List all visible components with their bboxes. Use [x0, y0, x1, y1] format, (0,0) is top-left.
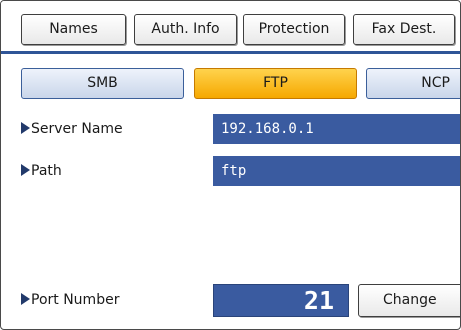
tab-protection[interactable]: Protection	[243, 14, 345, 45]
protocol-ftp-button[interactable]: FTP	[194, 68, 357, 99]
server-name-field[interactable]: 192.168.0.1	[213, 114, 460, 144]
tab-bar: Names Auth. Info Protection Fax Dest.	[1, 1, 460, 49]
path-field[interactable]: ftp	[213, 156, 460, 186]
protocol-smb-button[interactable]: SMB	[21, 68, 184, 99]
path-label: Path	[21, 161, 62, 181]
server-name-label: Server Name	[21, 119, 123, 139]
tab-names[interactable]: Names	[21, 14, 126, 45]
tab-fax-dest[interactable]: Fax Dest.	[353, 14, 455, 45]
header-divider	[1, 51, 460, 54]
path-label-text: Path	[31, 163, 62, 179]
port-number-label-text: Port Number	[31, 292, 120, 308]
port-number-field: 21	[213, 284, 349, 317]
arrow-right-icon	[21, 164, 30, 176]
protocol-ncp-button[interactable]: NCP	[366, 68, 460, 99]
address-book-ftp-screen: Names Auth. Info Protection Fax Dest. SM…	[0, 0, 461, 330]
arrow-right-icon	[21, 293, 30, 305]
server-name-label-text: Server Name	[31, 121, 123, 137]
change-port-button[interactable]: Change	[358, 284, 460, 317]
tab-auth-info[interactable]: Auth. Info	[134, 14, 237, 45]
arrow-right-icon	[21, 122, 30, 134]
port-number-label: Port Number	[21, 290, 119, 310]
